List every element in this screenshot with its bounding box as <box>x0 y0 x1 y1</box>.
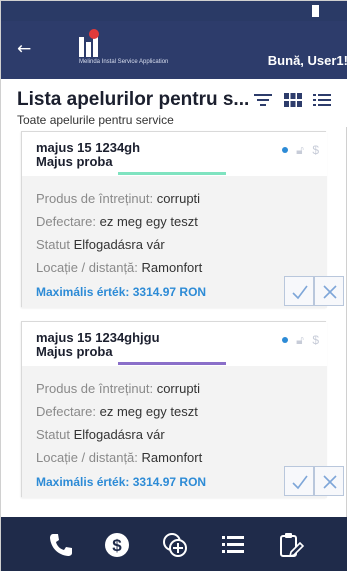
service-call-card[interactable]: majus 15 1234gh Majus proba 🔓︎ $ Produs … <box>21 131 344 308</box>
bottom-navigation: $ <box>1 517 347 571</box>
card-title: majus 15 1234ghjgu <box>36 330 160 345</box>
accept-button[interactable] <box>284 466 314 496</box>
card-subtitle: Majus proba <box>36 344 113 359</box>
reject-button[interactable] <box>314 276 344 306</box>
svg-text:$: $ <box>112 536 122 555</box>
accept-button[interactable] <box>284 276 314 306</box>
location-row: Locație / distanță: Ramonfort <box>36 450 203 465</box>
card-header: majus 15 1234ghjgu Majus proba 🔓︎ $ <box>22 322 327 366</box>
filter-icon[interactable] <box>253 91 273 109</box>
user-greeting[interactable]: Bună, User1! <box>268 53 347 68</box>
max-value: Maximális érték: 3314.97 RON <box>36 475 207 489</box>
card-status-icons: 🔓︎ $ <box>281 141 319 157</box>
page-title: Lista apelurilor pentru s... <box>17 89 250 110</box>
logo-subtitle: Melinda Instal Service Application <box>79 59 169 65</box>
close-icon <box>323 285 337 299</box>
unread-dot-icon <box>281 336 288 343</box>
lock-open-icon: 🔓︎ <box>296 142 304 157</box>
list-header: Lista apelurilor pentru s... Toate apelu… <box>1 79 347 127</box>
dollar-icon[interactable]: $ <box>103 531 131 559</box>
card-subtitle: Majus proba <box>36 154 113 169</box>
location-row: Locație / distanță: Ramonfort <box>36 260 203 275</box>
app-bar: ← Melinda Instal Service Application Bun… <box>1 21 347 79</box>
dollar-icon: $ <box>312 142 319 157</box>
card-header: majus 15 1234gh Majus proba 🔓︎ $ <box>22 132 327 176</box>
battery-icon <box>312 5 319 17</box>
unread-dot-icon <box>281 146 288 153</box>
app-logo <box>79 29 105 57</box>
list-view-icon[interactable] <box>312 91 332 109</box>
add-coins-icon[interactable] <box>161 531 189 559</box>
product-row: Produs de întreținut: corrupti <box>36 381 201 396</box>
max-value: Maximális érték: 3314.97 RON <box>36 285 207 299</box>
defect-row: Defectare: ez meg egy teszt <box>36 214 198 229</box>
status-row: Statut Elfogadásra vár <box>36 237 165 252</box>
card-body: Produs de întreținut: corrupti Defectare… <box>22 176 344 308</box>
defect-row: Defectare: ez meg egy teszt <box>36 404 198 419</box>
lock-open-icon: 🔓︎ <box>296 332 304 347</box>
clipboard-edit-icon[interactable] <box>277 531 305 559</box>
card-body: Produs de întreținut: corrupti Defectare… <box>22 366 344 498</box>
list-icon[interactable] <box>219 531 247 559</box>
status-row: Statut Elfogadásra vár <box>36 427 165 442</box>
card-color-indicator <box>118 362 226 365</box>
product-row: Produs de întreținut: corrupti <box>36 191 201 206</box>
card-color-indicator <box>118 172 226 175</box>
grid-icon[interactable] <box>283 91 303 109</box>
app-screen: ← Melinda Instal Service Application Bun… <box>0 0 347 571</box>
status-bar <box>1 1 347 21</box>
reject-button[interactable] <box>314 466 344 496</box>
page-subtitle: Toate apelurile pentru service <box>17 113 174 127</box>
close-icon <box>323 475 337 489</box>
back-arrow-icon[interactable]: ← <box>17 41 31 58</box>
card-status-icons: 🔓︎ $ <box>281 331 319 347</box>
dollar-icon: $ <box>312 332 319 347</box>
check-icon <box>292 285 308 300</box>
card-title: majus 15 1234gh <box>36 140 141 155</box>
phone-icon[interactable] <box>47 531 75 559</box>
service-call-card[interactable]: majus 15 1234ghjgu Majus proba 🔓︎ $ Prod… <box>21 321 344 498</box>
check-icon <box>292 475 308 490</box>
